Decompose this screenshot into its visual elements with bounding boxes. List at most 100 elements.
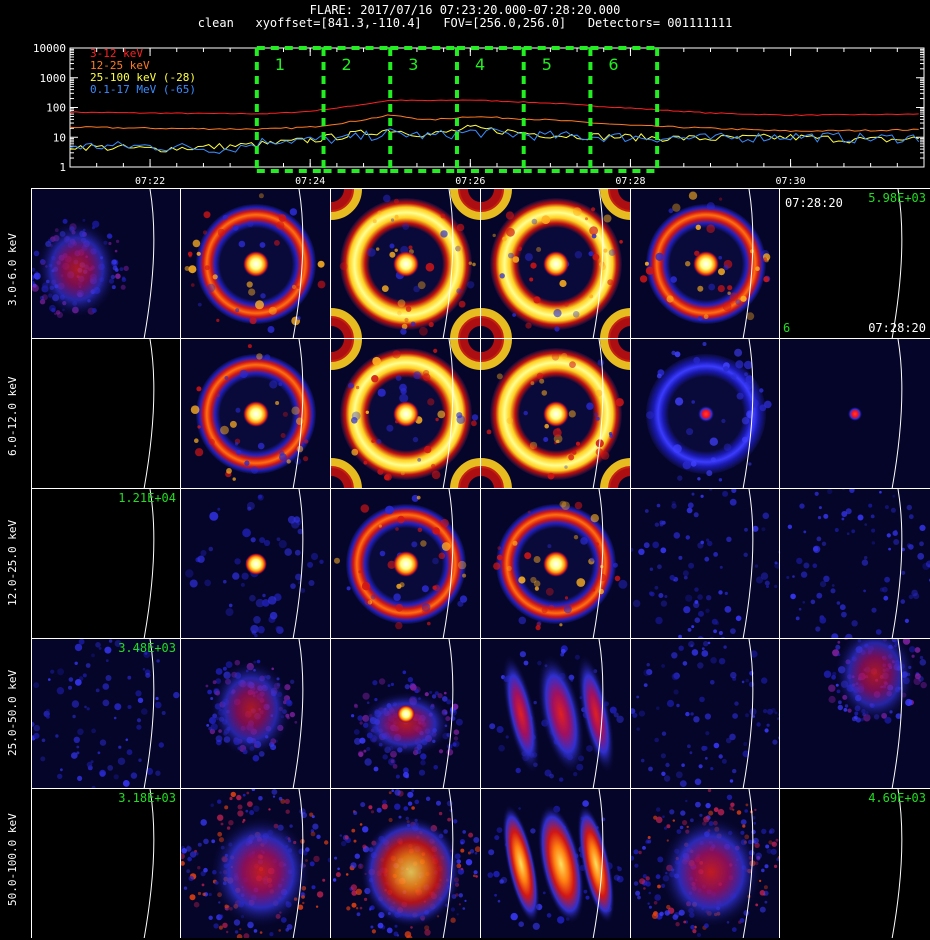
speckle bbox=[536, 247, 542, 252]
speckle bbox=[838, 700, 842, 705]
speckle bbox=[350, 862, 357, 869]
speckle bbox=[827, 489, 833, 495]
speckle bbox=[355, 888, 362, 895]
speckle bbox=[33, 682, 40, 689]
speckle bbox=[760, 572, 769, 580]
speckle bbox=[234, 558, 241, 565]
speckle bbox=[913, 593, 920, 600]
speckle bbox=[334, 856, 338, 860]
speckle bbox=[668, 208, 674, 214]
speckle bbox=[424, 929, 431, 936]
speckle bbox=[393, 931, 399, 937]
speckle bbox=[607, 279, 614, 286]
speckle bbox=[315, 905, 319, 908]
speckle bbox=[392, 764, 398, 769]
speckle bbox=[868, 503, 873, 508]
speckle bbox=[226, 930, 229, 934]
speckle bbox=[690, 644, 694, 647]
speckle bbox=[246, 281, 253, 288]
speckle bbox=[300, 588, 306, 593]
y-tick-label: 1000 bbox=[40, 72, 67, 85]
speckle bbox=[378, 524, 382, 528]
speckle bbox=[764, 900, 768, 904]
speckle bbox=[524, 552, 532, 560]
speckle bbox=[316, 834, 321, 839]
speckle bbox=[755, 903, 759, 907]
speckle bbox=[800, 571, 808, 578]
speckle bbox=[496, 827, 503, 833]
speckle bbox=[368, 805, 373, 810]
speckle bbox=[413, 285, 420, 293]
speckle bbox=[617, 866, 622, 872]
speckle bbox=[239, 928, 242, 931]
speckle bbox=[666, 904, 671, 910]
speckle bbox=[665, 762, 670, 768]
speckle bbox=[692, 929, 697, 934]
energy-band-label: 25.0-50.0 keV bbox=[6, 669, 19, 756]
speckle bbox=[455, 718, 463, 726]
speckle bbox=[636, 727, 640, 731]
speckle bbox=[532, 922, 540, 930]
diffuse-source bbox=[661, 817, 761, 927]
central-source bbox=[693, 251, 719, 277]
speckle bbox=[685, 799, 688, 803]
speckle bbox=[635, 890, 641, 896]
speckle bbox=[247, 801, 253, 807]
speckle bbox=[556, 427, 561, 432]
speckle bbox=[73, 736, 80, 743]
speckle bbox=[573, 535, 579, 540]
speckle bbox=[888, 547, 891, 551]
speckle bbox=[671, 652, 678, 659]
speckle bbox=[864, 556, 868, 560]
speckle bbox=[639, 878, 646, 885]
speckle bbox=[515, 767, 521, 774]
speckle bbox=[204, 579, 212, 587]
speckle bbox=[523, 410, 528, 416]
speckle bbox=[54, 312, 57, 316]
speckle bbox=[437, 693, 443, 699]
speckle bbox=[319, 559, 324, 564]
speckle bbox=[718, 658, 726, 665]
speckle bbox=[761, 868, 765, 873]
speckle bbox=[95, 688, 100, 693]
speckle bbox=[731, 489, 737, 493]
speckle bbox=[210, 803, 214, 807]
speckle bbox=[687, 502, 694, 509]
speckle bbox=[472, 262, 476, 267]
speckle bbox=[282, 411, 288, 417]
speckle bbox=[317, 280, 326, 289]
speckle bbox=[468, 832, 474, 838]
speckle bbox=[633, 599, 641, 608]
speckle bbox=[238, 240, 246, 248]
speckle bbox=[450, 907, 455, 912]
speckle bbox=[864, 523, 867, 526]
speckle bbox=[875, 629, 882, 635]
image-map bbox=[31, 488, 180, 638]
speckle bbox=[678, 645, 684, 651]
speckle bbox=[404, 317, 409, 323]
speckle bbox=[656, 503, 661, 508]
speckle bbox=[156, 659, 160, 663]
speckle bbox=[672, 203, 681, 212]
speckle bbox=[548, 604, 555, 611]
speckle bbox=[363, 749, 367, 753]
speckle bbox=[736, 392, 744, 400]
image-cell bbox=[630, 788, 779, 938]
speckle bbox=[197, 425, 201, 429]
speckle bbox=[493, 870, 500, 878]
speckle bbox=[706, 224, 715, 233]
speckle bbox=[749, 671, 754, 676]
speckle bbox=[707, 638, 714, 639]
speckle bbox=[441, 542, 451, 551]
speckle bbox=[505, 211, 514, 220]
speckle bbox=[410, 321, 416, 327]
speckle bbox=[900, 599, 906, 604]
speckle bbox=[761, 677, 768, 684]
speckle bbox=[453, 736, 459, 741]
speckle bbox=[717, 808, 725, 816]
speckle bbox=[408, 245, 413, 250]
speckle bbox=[48, 678, 51, 681]
speckle bbox=[647, 839, 652, 844]
speckle bbox=[742, 824, 746, 828]
speckle bbox=[263, 539, 271, 547]
